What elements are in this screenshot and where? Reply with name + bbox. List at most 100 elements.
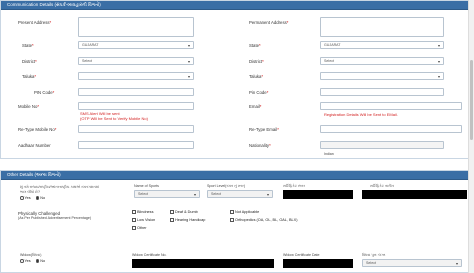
aadhaar-input[interactable] [78,141,194,149]
nationality-input: Indian [320,141,444,156]
chevron-down-icon: ▾ [437,43,440,48]
aadhaar-label: Aadhaar Number [18,143,51,148]
pc-option-label: Other [137,226,147,231]
sms-note-line2: (OTP Will be Sent to Verify Mobile No) [80,115,148,121]
chevron-down-icon: ▾ [437,59,440,64]
district-select-left[interactable]: Select ▾ [78,57,194,65]
other-header: Other Details (અન્ય વિગતો) [1,171,473,180]
widow-extra-label: વિધવા પુનઃ લગ્ન [362,253,386,257]
checkbox-icon [170,218,174,222]
sports-yes-label: Yes [24,196,31,201]
pc-option-label: Deaf & Dumb [175,210,198,215]
email-label: Email* [249,104,262,109]
district-label-right: District* [249,59,264,64]
pc-option-hearing[interactable]: Hearing Handicap [170,218,205,223]
retype-email-input[interactable] [320,125,462,133]
email-input[interactable] [320,102,462,110]
widow-extra-value: Select [366,261,376,265]
name-of-sports-select[interactable]: Select ▾ [134,190,200,198]
scrollbar-thumb[interactable] [470,60,473,140]
pin-input-left[interactable] [78,88,194,96]
checkbox-icon [230,210,234,214]
chevron-down-icon: ▾ [437,74,440,79]
pc-option-label: Not Applicable [235,210,260,215]
district-label-left: District* [22,59,37,64]
name-of-sports-value: Select [138,192,148,196]
communication-header: Communication Details (સંપર્ક-વ્યવહારની … [1,1,473,10]
taluka-label-right: Taluka* [249,74,264,79]
retype-mobile-label: Re-Type Mobile No* [18,127,57,132]
pc-option-label: Low Vision [137,218,156,223]
sport-level-value: Select [211,192,221,196]
cert-date-input[interactable] [362,190,467,199]
pc-option-other[interactable]: Other [132,226,147,231]
pc-option-label: Orthopedics (OA, OL, BL, OAL, BLX) [235,218,298,223]
widow-cert-no-input[interactable] [132,259,274,268]
pc-option-low-vision[interactable]: Low Vision [132,218,155,223]
district-select-right-value: Select [324,59,334,63]
sports-question: શું તમે રાજ્ય/રાષ્ટ્રીય/આંતરરાષ્ટ્રીય કક… [20,185,100,194]
district-select-left-value: Select [82,59,92,63]
scrollbar[interactable] [468,0,474,273]
state-select-right-value: GUJARAT [324,43,341,47]
mobile-input[interactable] [78,102,194,110]
present-address-input[interactable] [78,17,194,37]
pin-label-right: Pin Code* [249,90,269,95]
widow-extra-select[interactable]: Select ▾ [362,259,462,267]
widow-cert-date-input[interactable] [283,259,353,268]
widow-cert-date-label: Widow Certificate Date [283,253,320,257]
state-select-left[interactable]: GUJARAT ▾ [78,41,194,49]
present-address-label: Present Address* [18,20,52,25]
widow-label: Widow(વિધવા) [20,253,42,257]
chevron-down-icon: ▾ [187,43,190,48]
retype-email-label: Re-Type Email* [249,127,279,132]
state-select-left-value: GUJARAT [82,43,99,47]
widow-no-radio[interactable] [35,259,40,263]
state-label-right: State* [249,43,261,48]
taluka-select-left[interactable]: ▾ [78,72,194,80]
widow-yes-label: Yes [24,259,31,264]
chevron-down-icon: ▾ [187,59,190,64]
cert-no-label: સર્ટિફિકેટ નંબર [283,184,306,188]
name-of-sports-label: Name of Sports [134,184,159,188]
checkbox-icon [132,218,136,222]
pc-option-not-applicable[interactable]: Not Applicable [230,210,259,215]
sports-no-radio[interactable] [35,196,40,200]
email-note: Registration Details Will be Sent to EMa… [324,112,398,117]
retype-mobile-input[interactable] [78,125,194,133]
sport-level-select[interactable]: Select ▾ [207,190,273,198]
pc-option-blindness[interactable]: Blindness [132,210,153,215]
sports-radio-group: Yes No [20,196,45,201]
sport-level-label: Sport Level(રમત નું સ્તર) [207,184,246,188]
pc-option-deaf[interactable]: Deaf & Dumb [170,210,198,215]
pc-option-label: Blindness [137,210,154,215]
checkbox-icon [132,210,136,214]
cert-no-input[interactable] [283,190,353,199]
chevron-down-icon: ▾ [266,192,269,197]
widow-yes-radio[interactable] [20,259,24,263]
taluka-label-left: Taluka* [22,74,37,79]
state-select-right[interactable]: GUJARAT ▾ [320,41,444,49]
district-select-right[interactable]: Select ▾ [320,57,444,65]
chevron-down-icon: ▾ [193,192,196,197]
widow-cert-no-label: Widow Certificate No. [132,253,167,257]
permanent-address-input[interactable] [320,17,444,37]
permanent-address-label: Permanent Address* [249,20,289,25]
taluka-select-right[interactable]: ▾ [320,72,444,80]
checkbox-icon [132,226,136,230]
sms-alert-note: SMS Alert Will be sent (OTP Will be Sent… [80,111,210,121]
physically-challenged-sub: (As Per Published Advertisement Percenta… [18,216,92,220]
nationality-label: Nationality* [249,143,271,148]
widow-no-label: No [40,259,46,264]
chevron-down-icon: ▾ [455,261,458,266]
pin-input-right[interactable] [320,88,444,96]
widow-radio-group: Yes No [20,259,45,264]
sports-yes-radio[interactable] [20,196,24,200]
pc-option-label: Hearing Handicap [175,218,206,223]
pc-option-orthopedics[interactable]: Orthopedics (OA, OL, BL, OAL, BLX) [230,218,297,223]
state-label-left: State* [22,43,34,48]
cert-date-label: સર્ટિફિકેટ તારીખ [370,184,394,188]
pin-label-left: PIN Code* [34,90,55,95]
nationality-value: Indian [324,152,334,156]
checkbox-icon [230,218,234,222]
